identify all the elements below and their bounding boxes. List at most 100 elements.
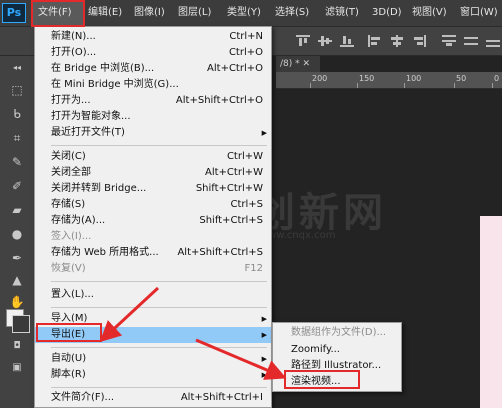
menu-3d[interactable]: 3D(D)	[372, 0, 402, 26]
menu-item-label: 关闭全部	[51, 167, 91, 178]
menu-item-label: 导入(M)	[51, 313, 88, 324]
menu-bar: Ps 文件(F) 编辑(E) 图像(I) 图层(L) 类型(Y) 选择(S) 滤…	[0, 0, 502, 27]
menu-window[interactable]: 窗口(W)	[460, 0, 498, 26]
menu-item-label: 关闭并转到 Bridge...	[51, 183, 147, 194]
ruler-label: 100	[406, 74, 422, 83]
menu-select[interactable]: 选择(S)	[275, 0, 309, 26]
menu-item-save-for-web[interactable]: 存储为 Web 所用格式... Alt+Shift+Ctrl+S	[35, 245, 271, 261]
ruler-label: 0	[494, 74, 500, 83]
blur-tool-icon[interactable]: ●	[8, 226, 26, 242]
menu-item-shortcut: Ctrl+W	[226, 151, 263, 162]
align-right-icon[interactable]	[412, 35, 426, 47]
align-hcenter-icon[interactable]	[390, 35, 404, 47]
menu-item-shortcut: Alt+Shift+Ctrl+S	[177, 247, 263, 258]
menu-separator	[51, 307, 267, 308]
submenu-arrow-icon: ▶	[261, 315, 267, 323]
submenu-item-label: 渲染视频...	[291, 376, 341, 387]
screen-mode-icon[interactable]: ▣	[8, 360, 26, 376]
ruler-label: 150	[359, 74, 375, 83]
align-bottom-icon[interactable]	[340, 35, 354, 47]
menu-layer[interactable]: 图层(L)	[178, 0, 211, 26]
menu-item-close-all[interactable]: 关闭全部 Alt+Ctrl+W	[35, 165, 271, 181]
menu-item-open-as[interactable]: 打开为... Alt+Shift+Ctrl+O	[35, 93, 271, 109]
menu-file[interactable]: 文件(F)	[32, 0, 84, 26]
menu-separator	[51, 347, 267, 348]
menu-item-scripts[interactable]: 脚本(R) ▶	[35, 367, 271, 383]
pen-tool-icon[interactable]: ✒	[8, 250, 26, 266]
menu-item-label: 签入(I)...	[51, 231, 92, 242]
path-select-tool-icon[interactable]: ▲	[8, 272, 26, 288]
menu-item-place[interactable]: 置入(L)...	[35, 287, 271, 303]
menu-item-label: 在 Bridge 中浏览(B)...	[51, 63, 155, 74]
menu-item-export[interactable]: 导出(E) ▶	[35, 327, 271, 343]
ruler-label: 50	[456, 74, 467, 83]
menu-item-label: 打开为智能对象...	[51, 111, 131, 122]
menu-item-browse-mini-bridge[interactable]: 在 Mini Bridge 中浏览(G)...	[35, 77, 271, 93]
menu-item-close[interactable]: 关闭(C) Ctrl+W	[35, 149, 271, 165]
menu-item-open-smart-object[interactable]: 打开为智能对象...	[35, 109, 271, 125]
submenu-item-zoomify[interactable]: Zoomify...	[273, 342, 401, 358]
lasso-tool-icon[interactable]: ᑲ	[8, 106, 26, 122]
menu-item-shortcut: Shift+Ctrl+S	[199, 215, 263, 226]
eyedropper-tool-icon[interactable]: ✎	[8, 154, 26, 170]
menu-item-close-go-bridge[interactable]: 关闭并转到 Bridge... Shift+Ctrl+W	[35, 181, 271, 197]
menu-item-open[interactable]: 打开(O)... Ctrl+O	[35, 45, 271, 61]
align-left-icon[interactable]	[368, 35, 382, 47]
hand-tool-icon[interactable]: ✋	[8, 294, 26, 310]
distribute-bottom-icon[interactable]	[486, 35, 500, 47]
menu-item-label: 最近打开文件(T)	[51, 127, 125, 138]
submenu-arrow-icon: ▶	[261, 129, 267, 137]
menu-item-automate[interactable]: 自动(U) ▶	[35, 351, 271, 367]
brush-tool-icon[interactable]: ✐	[8, 178, 26, 194]
submenu-item-label: 数据组作为文件(D)...	[291, 327, 387, 338]
export-submenu: 数据组作为文件(D)... Zoomify... 路径到 Illustrator…	[272, 322, 402, 392]
distribute-top-icon[interactable]	[442, 35, 456, 47]
menu-item-shortcut: Alt+Ctrl+W	[205, 167, 263, 178]
marquee-tool-icon[interactable]: ⬚	[8, 82, 26, 98]
menu-item-shortcut: Alt+Shift+Ctrl+O	[175, 95, 263, 106]
menu-item-file-info[interactable]: 文件简介(F)... Alt+Shift+Ctrl+I	[35, 390, 271, 406]
menu-item-label: 新建(N)...	[51, 31, 96, 42]
menu-item-label: 打开为...	[51, 95, 91, 106]
menu-filter[interactable]: 滤镜(T)	[325, 0, 359, 26]
submenu-arrow-icon: ▶	[261, 331, 267, 339]
menu-item-browse-bridge[interactable]: 在 Bridge 中浏览(B)... Alt+Ctrl+O	[35, 61, 271, 77]
align-vcenter-icon[interactable]	[318, 35, 332, 47]
panel-collapse-icon[interactable]: ◂◂	[8, 60, 26, 76]
menu-item-label: 文件简介(F)...	[51, 392, 115, 403]
menu-item-label: 关闭(C)	[51, 151, 86, 162]
eraser-tool-icon[interactable]: ▰	[8, 202, 26, 218]
document-canvas[interactable]	[480, 216, 502, 408]
menu-item-shortcut: Ctrl+S	[230, 199, 263, 210]
menu-item-recent-files[interactable]: 最近打开文件(T) ▶	[35, 125, 271, 141]
align-top-icon[interactable]	[296, 35, 310, 47]
menu-item-label: 打开(O)...	[51, 47, 97, 58]
quick-mask-icon[interactable]: ◘	[8, 338, 26, 354]
document-tab[interactable]: /8) * ✕	[276, 56, 320, 72]
menu-item-label: 自动(U)	[51, 353, 87, 364]
submenu-item-paths-to-illustrator[interactable]: 路径到 Illustrator...	[273, 358, 401, 374]
menu-edit[interactable]: 编辑(E)	[88, 0, 122, 26]
menu-item-save[interactable]: 存储(S) Ctrl+S	[35, 197, 271, 213]
submenu-item-render-video[interactable]: 渲染视频...	[273, 374, 401, 390]
menu-type[interactable]: 类型(Y)	[227, 0, 261, 26]
menu-separator	[51, 281, 267, 282]
menu-view[interactable]: 视图(V)	[412, 0, 447, 26]
ruler-label: 200	[312, 74, 328, 83]
menu-item-shortcut: Alt+Ctrl+O	[207, 63, 263, 74]
menu-item-label: 导出(E)	[51, 329, 86, 340]
menu-separator	[51, 387, 267, 388]
crop-tool-icon[interactable]: ⌗	[8, 130, 26, 146]
distribute-vcenter-icon[interactable]	[464, 35, 478, 47]
menu-item-new[interactable]: 新建(N)... Ctrl+N	[35, 29, 271, 45]
menu-item-label: 在 Mini Bridge 中浏览(G)...	[51, 79, 179, 90]
menu-item-shortcut: Alt+Shift+Ctrl+I	[180, 392, 263, 403]
file-menu-dropdown: 新建(N)... Ctrl+N 打开(O)... Ctrl+O 在 Bridge 中…	[34, 26, 272, 408]
menu-image[interactable]: 图像(I)	[134, 0, 165, 26]
foreground-color-swatch[interactable]	[12, 315, 30, 333]
horizontal-ruler: 200 150 100 50 0	[276, 72, 502, 89]
menu-item-import[interactable]: 导入(M) ▶	[35, 311, 271, 327]
menu-item-save-as[interactable]: 存储为(A)... Shift+Ctrl+S	[35, 213, 271, 229]
submenu-item-label: 路径到 Illustrator...	[291, 360, 382, 371]
menu-item-shortcut: F12	[244, 263, 263, 274]
